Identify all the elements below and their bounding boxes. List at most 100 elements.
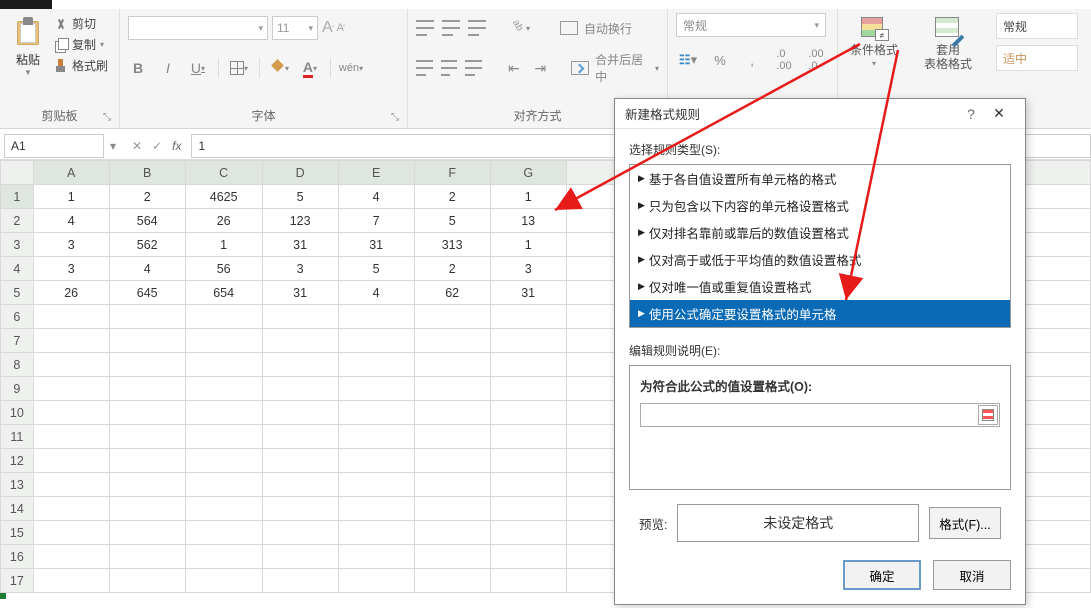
select-all-corner[interactable] [1,161,34,185]
cell[interactable] [109,377,185,401]
underline-button[interactable]: U▾ [188,58,208,78]
col-header[interactable]: E [338,161,414,185]
style-neutral[interactable]: 适中 [996,45,1078,71]
cell[interactable]: 31 [490,281,566,305]
font-name-combo[interactable]: ▾ [128,16,268,40]
cell[interactable] [1016,233,1091,257]
row-header[interactable]: 6 [1,305,34,329]
cell[interactable] [262,569,338,593]
cell[interactable] [1016,281,1091,305]
copy-button[interactable]: 复制▾ [54,36,108,53]
cell[interactable] [338,401,414,425]
col-header[interactable]: D [262,161,338,185]
cell[interactable] [262,473,338,497]
cell[interactable] [338,521,414,545]
cell[interactable]: 654 [185,281,262,305]
cell[interactable] [185,497,262,521]
cell[interactable] [185,353,262,377]
cell[interactable] [109,401,185,425]
cancel-button[interactable]: 取消 [933,560,1011,590]
cancel-formula-icon[interactable]: ✕ [132,139,142,153]
cell[interactable] [414,497,490,521]
cell[interactable] [33,401,109,425]
cell[interactable] [1016,377,1091,401]
cell[interactable]: 1 [33,185,109,209]
col-header[interactable]: A [33,161,109,185]
merge-center-button[interactable]: 合并后居中▾ [571,51,659,85]
cell[interactable] [1016,257,1091,281]
cell[interactable]: 3 [33,257,109,281]
cell[interactable] [1016,185,1091,209]
align-top-button[interactable] [416,20,434,36]
cell[interactable] [338,425,414,449]
cell[interactable] [1016,329,1091,353]
row-header[interactable]: 8 [1,353,34,377]
cell[interactable] [338,329,414,353]
cell[interactable] [414,545,490,569]
cell[interactable] [490,521,566,545]
cell[interactable] [338,497,414,521]
cell[interactable] [33,497,109,521]
cell[interactable]: 13 [490,209,566,233]
cut-button[interactable]: 剪切 [54,15,108,32]
rule-type-option[interactable]: ▶ 使用公式确定要设置格式的单元格 [630,300,1010,327]
row-header[interactable]: 1 [1,185,34,209]
cell[interactable]: 123 [262,209,338,233]
cell[interactable] [1016,473,1091,497]
italic-button[interactable]: I [158,58,178,78]
number-format-combo[interactable]: 常规▾ [676,13,826,37]
cell[interactable]: 2 [414,185,490,209]
cell[interactable] [414,353,490,377]
row-header[interactable]: 10 [1,401,34,425]
cell[interactable] [490,305,566,329]
cell[interactable] [109,473,185,497]
col-header[interactable]: C [185,161,262,185]
font-expand-icon[interactable]: ⤡ [391,112,403,124]
row-header[interactable]: 12 [1,449,34,473]
rule-type-option[interactable]: ▶ 仅对高于或低于平均值的数值设置格式 [630,246,1010,273]
cell[interactable]: 564 [109,209,185,233]
cell[interactable] [1016,521,1091,545]
row-header[interactable]: 15 [1,521,34,545]
cell[interactable]: 1 [185,233,262,257]
format-button[interactable]: 格式(F)... [929,507,1001,539]
rule-type-option[interactable]: ▶ 仅对唯一值或重复值设置格式 [630,273,1010,300]
cell[interactable]: 4625 [185,185,262,209]
cell[interactable]: 562 [109,233,185,257]
col-header[interactable]: G [490,161,566,185]
cell[interactable] [490,449,566,473]
cell[interactable] [185,377,262,401]
cell[interactable]: 4 [109,257,185,281]
cell[interactable] [262,305,338,329]
cell[interactable] [109,449,185,473]
cell[interactable] [185,401,262,425]
cell[interactable]: 4 [338,185,414,209]
align-center-button[interactable] [441,60,458,76]
cell[interactable] [1016,569,1091,593]
cell[interactable]: 2 [414,257,490,281]
cell[interactable] [490,425,566,449]
cell[interactable] [109,353,185,377]
decrease-indent-button[interactable]: ⇤ [505,58,523,78]
percent-button[interactable]: % [708,49,732,71]
comma-button[interactable]: , [740,49,764,71]
cell[interactable]: 5 [338,257,414,281]
fill-color-button[interactable]: ▾ [270,58,290,78]
cell[interactable] [1016,353,1091,377]
cell[interactable] [262,353,338,377]
cell[interactable] [185,569,262,593]
cell[interactable] [414,329,490,353]
format-painter-button[interactable]: 格式刷 [54,57,108,74]
cell[interactable]: 1 [490,185,566,209]
help-icon[interactable]: ? [959,106,983,122]
cell[interactable] [1016,425,1091,449]
cell[interactable] [1016,449,1091,473]
cell[interactable] [185,473,262,497]
cell[interactable]: 31 [262,233,338,257]
cell[interactable] [262,545,338,569]
increase-font-button[interactable]: Â [322,19,333,37]
row-header[interactable]: 3 [1,233,34,257]
cell[interactable] [1016,209,1091,233]
rule-type-option[interactable]: ▶ 只为包含以下内容的单元格设置格式 [630,192,1010,219]
decrease-font-button[interactable]: Ǎ [337,22,344,34]
